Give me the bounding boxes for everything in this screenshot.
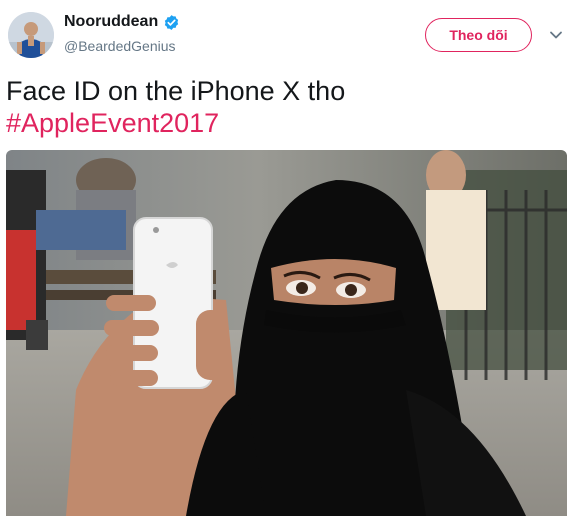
tweet-body: Face ID on the iPhone X tho xyxy=(6,76,346,106)
avatar[interactable] xyxy=(8,12,54,58)
author-name-row: Nooruddean xyxy=(64,13,180,31)
follow-button[interactable]: Theo dõi xyxy=(425,18,532,52)
avatar-photo-icon xyxy=(8,12,54,58)
photo-woman-selfie xyxy=(6,150,567,516)
tweet-card: Nooruddean @BeardedGenius Theo dõi Face … xyxy=(0,0,579,516)
chevron-down-icon[interactable] xyxy=(549,28,563,42)
username-handle[interactable]: @BeardedGenius xyxy=(64,38,176,54)
hashtag-link[interactable]: #AppleEvent2017 xyxy=(6,107,566,139)
verified-badge-icon xyxy=(165,14,179,30)
display-name[interactable]: Nooruddean xyxy=(64,13,158,31)
tweet-photo[interactable] xyxy=(6,150,567,516)
tweet-text: Face ID on the iPhone X tho #AppleEvent2… xyxy=(6,75,566,139)
